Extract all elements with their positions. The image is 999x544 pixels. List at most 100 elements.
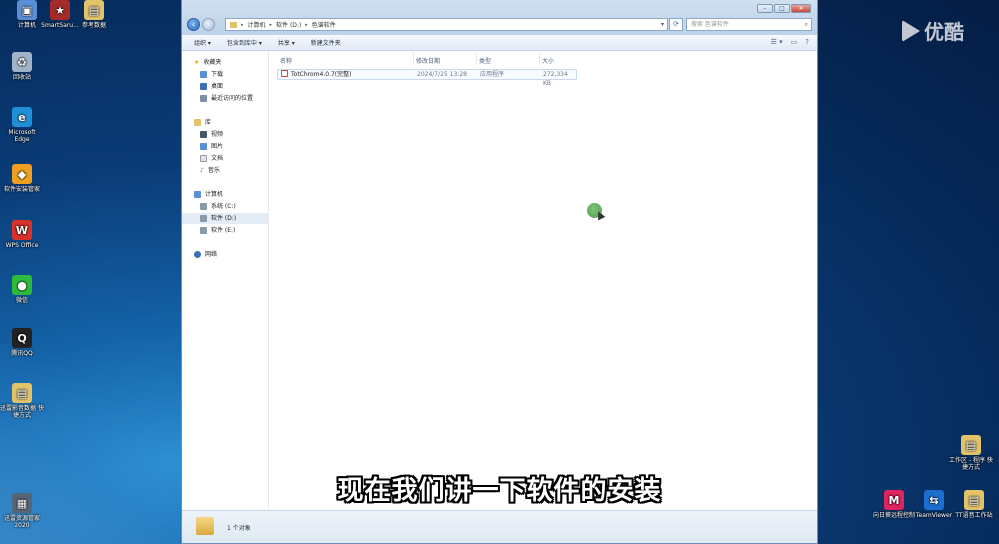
search-icon: ⌕ [804, 21, 808, 28]
desktop-shortcut[interactable]: e Microsoft Edge [0, 107, 44, 143]
desktop-shortcut-label: 迅雷影音数据 快捷方式 [0, 405, 44, 419]
desktop-shortcut-label: 腾讯QQ [11, 350, 33, 357]
forward-button[interactable]: › [202, 18, 215, 31]
shortcut-icon: ▤ [12, 383, 32, 403]
youku-logo-icon [902, 19, 920, 42]
desktop-shortcut[interactable]: ◆ 软件安装管家 [0, 164, 44, 193]
column-type[interactable]: 类型 [479, 56, 491, 65]
close-button[interactable]: ✕ [791, 4, 811, 13]
help-icon[interactable]: ? [805, 38, 809, 46]
installer-icon: ◆ [12, 164, 32, 184]
status-bar: 1 个对象 [182, 510, 817, 543]
smart-app-icon: ★ [50, 0, 70, 20]
desktop-shortcut-label: TT语音工作站 [955, 512, 993, 519]
desktop-shortcut-label: Microsoft Edge [8, 129, 36, 143]
breadcrumb-folder[interactable]: 色谱软件 [312, 20, 336, 29]
application-icon [281, 70, 288, 77]
folder-shortcut-icon: ▤ [961, 435, 981, 455]
chevron-right-icon: ▸ [269, 21, 273, 28]
maximize-button[interactable]: □ [774, 4, 790, 13]
desktop-shortcut[interactable]: ▤ 迅雷影音数据 快捷方式 [0, 383, 44, 419]
view-controls: ☰ ▾ ▭ ? [771, 38, 809, 46]
drive-icon [200, 227, 207, 234]
download-icon [200, 71, 207, 78]
column-divider[interactable] [413, 53, 414, 65]
chevron-down-icon[interactable]: ▾ [661, 21, 664, 28]
desktop-shortcut-label: 回收站 [12, 74, 31, 81]
breadcrumb-drive-d[interactable]: 软件 (D:) [276, 20, 301, 29]
desktop-shortcut[interactable]: ▤ 工作区 - 程序 快捷方式 [949, 435, 993, 471]
document-icon: ▤ [84, 0, 104, 20]
file-type: 应用程序 [480, 71, 505, 78]
desktop-shortcut[interactable]: ● 微信 [0, 275, 44, 304]
drive-icon [200, 203, 207, 210]
minimize-button[interactable]: – [757, 4, 773, 13]
navigation-pane: ★ 收藏夹 下载 桌面 最近访问的位置 库 视频 图片 文档 ♪ 音乐 计算机 … [182, 51, 269, 511]
desktop-shortcut-label: 工作区 - 程序 快捷方式 [949, 457, 993, 471]
recent-places-icon [200, 95, 207, 102]
library-icon [194, 119, 201, 126]
breadcrumb-computer[interactable]: 计算机 [248, 20, 266, 29]
mouse-pointer-icon [594, 209, 606, 221]
nav-favorites[interactable]: ★ 收藏夹 [194, 57, 280, 68]
window-titlebar: – □ ✕ ‹ › ▸ 计算机 ▸ 软件 (D:) ▸ 色谱软件 ▾ ⟳ 搜索 … [182, 0, 817, 35]
column-divider[interactable] [539, 53, 540, 65]
address-bar[interactable]: ▸ 计算机 ▸ 软件 (D:) ▸ 色谱软件 ▾ [225, 18, 668, 31]
folder-icon [196, 517, 214, 535]
desktop-shortcut-label: WPS Office [5, 242, 39, 249]
window-controls: – □ ✕ [757, 4, 811, 13]
explorer-window: – □ ✕ ‹ › ▸ 计算机 ▸ 软件 (D:) ▸ 色谱软件 ▾ ⟳ 搜索 … [181, 0, 818, 544]
share-button[interactable]: 共享 ▾ [278, 38, 295, 47]
nav-libraries[interactable]: 库 [194, 117, 280, 128]
desktop-shortcut-label: TeamViewer [915, 512, 953, 519]
recycle-bin-icon: ♻ [12, 52, 32, 72]
nav-network[interactable]: 网络 [194, 249, 280, 260]
refresh-button[interactable]: ⟳ [669, 18, 683, 31]
command-bar: 组织 ▾ 包含到库中 ▾ 共享 ▾ 新建文件夹 ☰ ▾ ▭ ? [182, 35, 817, 51]
column-divider[interactable] [476, 53, 477, 65]
file-modified: 2024/7/25 13:28 [417, 71, 467, 78]
desktop-shortcut-label: 参考数据 [81, 22, 106, 29]
music-icon: ♪ [200, 167, 204, 174]
column-modified[interactable]: 修改日期 [416, 56, 440, 65]
computer-icon: ▣ [17, 0, 37, 20]
preview-pane-icon[interactable]: ▭ [791, 38, 798, 46]
file-row[interactable]: TotChrom4.0.7(完整) 2024/7/25 13:28 应用程序 2… [277, 69, 577, 87]
chevron-right-icon: ▸ [305, 21, 308, 28]
drive-icon [200, 215, 207, 222]
desktop-shortcut-label: 迅雷资源管家 2020 [3, 515, 40, 529]
computer-icon [194, 191, 201, 198]
document-icon [200, 155, 207, 162]
qq-icon: Q [12, 328, 32, 348]
file-list: 名称 修改日期 类型 大小 TotChrom4.0.7(完整) 2024/7/2… [270, 51, 817, 511]
nav-drive-d[interactable]: 软件 (D:) [182, 213, 268, 224]
desktop-shortcut[interactable]: ♻ 回收站 [0, 52, 44, 81]
picture-icon [200, 143, 207, 150]
file-name: TotChrom4.0.7(完整) [291, 71, 352, 78]
wps-icon: W [12, 220, 32, 240]
edge-icon: e [12, 107, 32, 127]
include-in-library-button[interactable]: 包含到库中 ▾ [227, 38, 262, 47]
view-options-icon[interactable]: ☰ ▾ [771, 38, 783, 46]
desktop-shortcut-label: 软件安装管家 [3, 186, 40, 193]
nav-computer[interactable]: 计算机 [194, 189, 280, 200]
desktop-shortcut[interactable]: ▤ 参考数据 [72, 0, 116, 29]
network-icon [194, 251, 201, 258]
back-button[interactable]: ‹ [187, 18, 200, 31]
new-folder-button[interactable]: 新建文件夹 [311, 38, 341, 47]
desktop-shortcut-label: 微信 [15, 297, 28, 304]
column-name[interactable]: 名称 [280, 56, 292, 65]
desktop-shortcut[interactable]: W WPS Office [0, 220, 44, 249]
file-size: 272,334 KB [543, 71, 568, 87]
desktop-shortcut[interactable]: Q 腾讯QQ [0, 328, 44, 357]
search-input[interactable]: 搜索 色谱软件 ⌕ [686, 18, 812, 31]
video-subtitle: 现在我们讲一下软件的安装 [337, 476, 662, 506]
folder-icon [230, 21, 237, 28]
wechat-icon: ● [12, 275, 32, 295]
column-size[interactable]: 大小 [542, 56, 554, 65]
organize-button[interactable]: 组织 ▾ [194, 38, 211, 47]
chevron-right-icon: ▸ [241, 21, 244, 28]
video-icon [200, 131, 207, 138]
youku-watermark: 优酷 [902, 16, 964, 45]
search-placeholder: 搜索 色谱软件 [691, 21, 729, 28]
